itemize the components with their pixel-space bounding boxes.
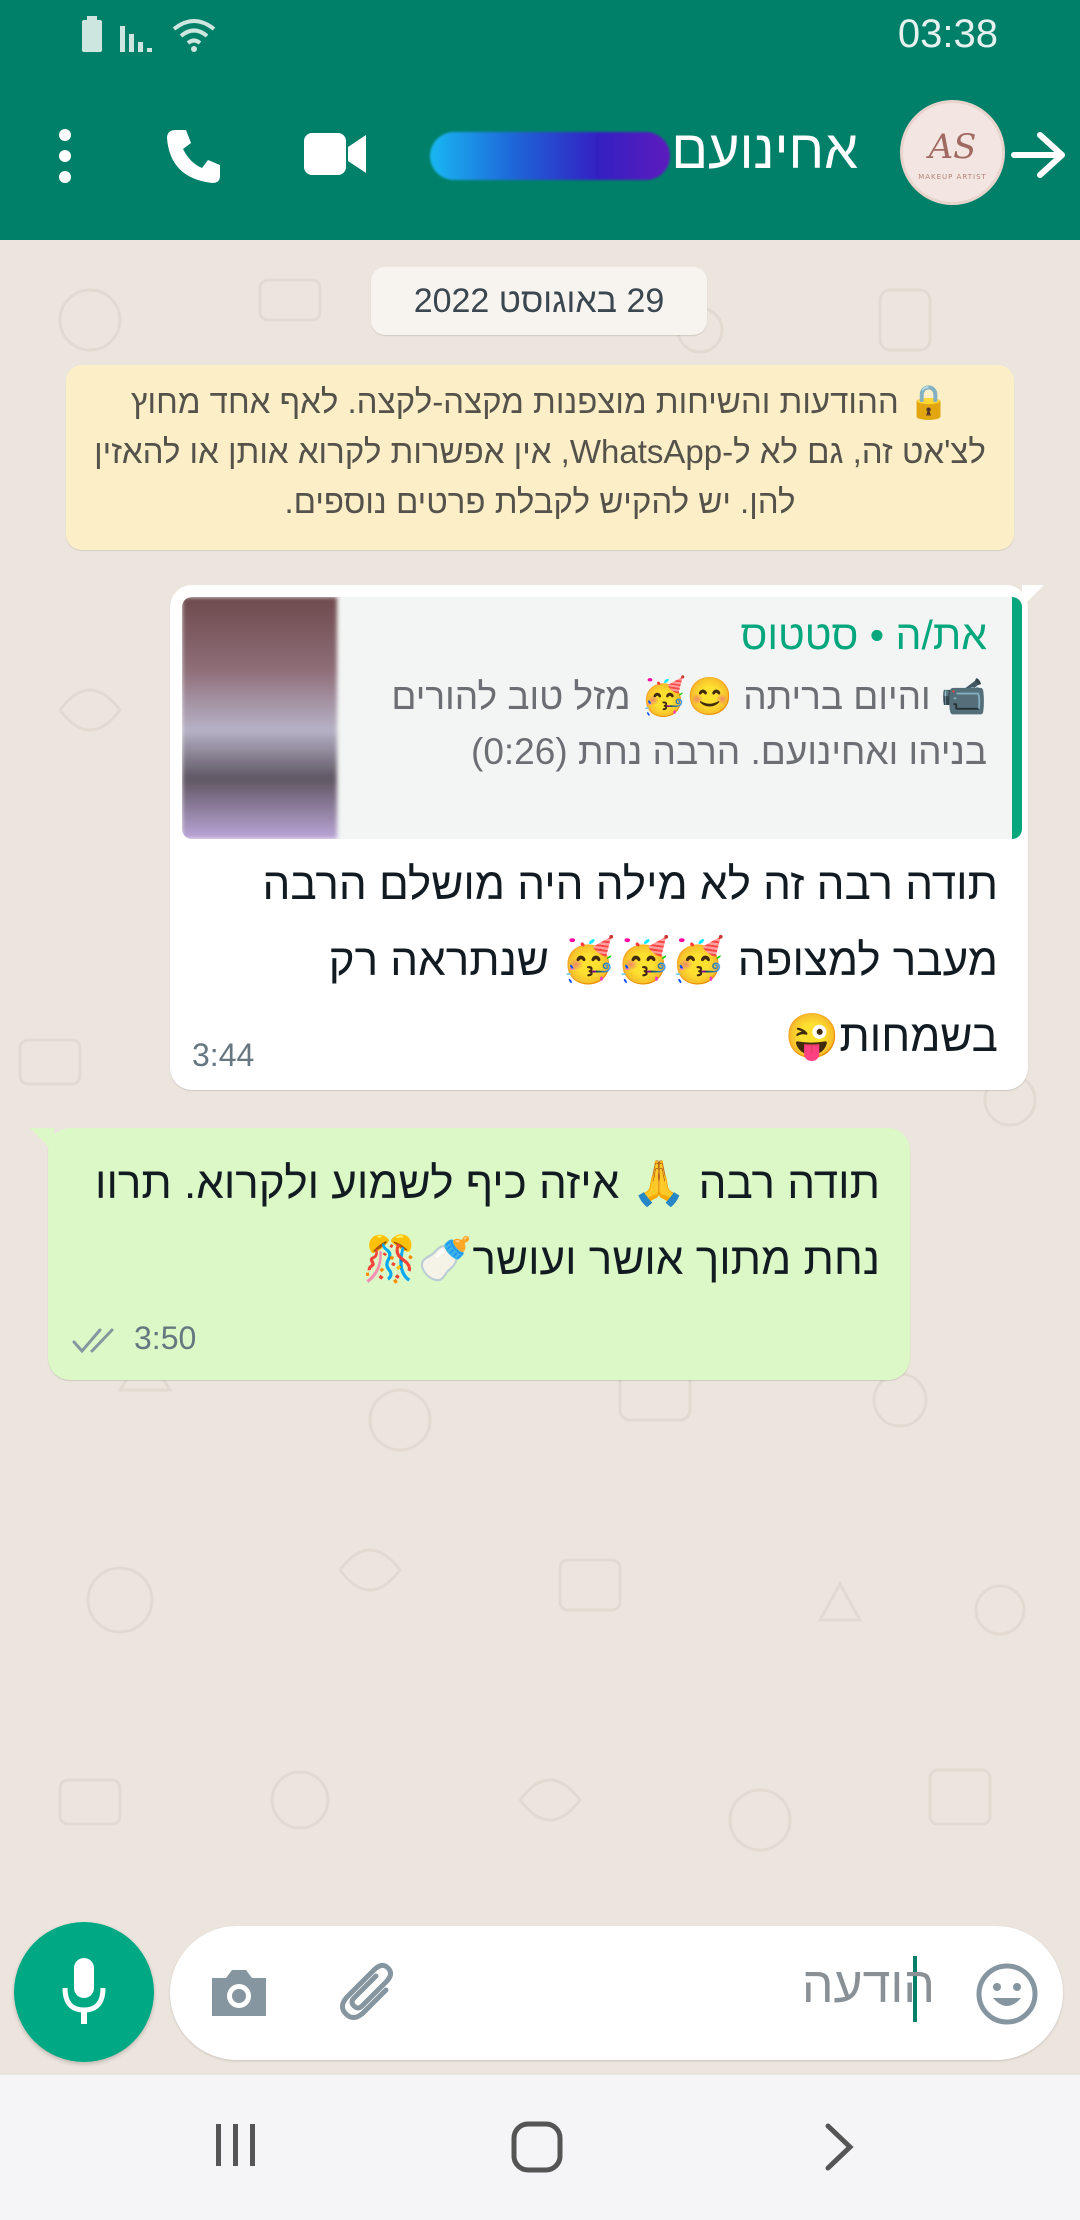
wifi-icon xyxy=(172,19,216,52)
status-thumbnail xyxy=(182,597,337,839)
message-input[interactable]: הודעה xyxy=(802,1956,935,2014)
camera-icon[interactable] xyxy=(208,1964,270,2020)
system-navigation-bar xyxy=(0,2075,1080,2220)
message-time: 3:44 xyxy=(192,1037,255,1073)
contact-avatar[interactable]: AS MAKEUP ARTIST xyxy=(900,100,1005,205)
avatar-logo-text: AS xyxy=(928,127,977,167)
avatar-logo-subtext: MAKEUP ARTIST xyxy=(918,173,987,181)
battery-icon xyxy=(82,16,102,52)
more-options-icon[interactable] xyxy=(58,129,72,183)
voice-message-button[interactable] xyxy=(14,1922,154,2062)
encryption-notice[interactable]: 🔒 ההודעות והשיחות מוצפנות מקצה-לקצה. לאף… xyxy=(66,365,1014,550)
back-icon[interactable] xyxy=(818,2120,858,2174)
incoming-message[interactable]: את/ה • סטטוס 📹 והיום בריתה 😊🥳 מזל טוב לה… xyxy=(170,585,1044,1090)
quote-sender: את/ה • סטטוס xyxy=(740,612,987,658)
status-icons xyxy=(80,16,218,54)
message-text: תודה רבה 🙏 איזה כיף לשמוע ולקרוא. תרוו נ… xyxy=(95,1159,880,1284)
home-icon[interactable] xyxy=(510,2120,564,2174)
status-time: 03:38 xyxy=(897,12,998,56)
read-receipt-icon xyxy=(72,1328,114,1354)
attach-icon[interactable] xyxy=(338,1962,402,2026)
recents-icon[interactable] xyxy=(212,2120,260,2170)
chat-area[interactable]: 29 באוגוסט 2022 🔒 ההודעות והשיחות מוצפנו… xyxy=(0,240,1080,2075)
date-chip: 29 באוגוסט 2022 xyxy=(371,267,707,335)
contact-name[interactable]: אחינועם xyxy=(671,119,858,181)
message-input-bar[interactable]: הודעה xyxy=(170,1926,1063,2060)
contact-name-blur xyxy=(430,132,670,180)
quote-accent-bar xyxy=(1012,597,1022,839)
outgoing-message[interactable]: תודה רבה 🙏 איזה כיף לשמוע ולקרוא. תרוו נ… xyxy=(30,1128,910,1380)
signal-icon xyxy=(120,26,152,52)
back-arrow-icon[interactable] xyxy=(1006,123,1070,187)
emoji-icon[interactable] xyxy=(975,1962,1039,2026)
video-call-icon[interactable] xyxy=(302,127,368,181)
message-text: תודה רבה זה לא מילה היה מושלם הרבה מעבר … xyxy=(262,860,998,1061)
quote-text: 📹 והיום בריתה 😊🥳 מזל טוב להורים בניהו וא… xyxy=(391,676,987,772)
status-bar: 03:38 xyxy=(0,0,1080,75)
quoted-status[interactable]: את/ה • סטטוס 📹 והיום בריתה 😊🥳 מזל טוב לה… xyxy=(182,597,1022,839)
chat-header: AS MAKEUP ARTIST אחינועם xyxy=(0,75,1080,240)
voice-call-icon[interactable] xyxy=(164,127,222,185)
message-time: 3:50 xyxy=(134,1320,197,1356)
microphone-icon xyxy=(62,1958,106,2024)
